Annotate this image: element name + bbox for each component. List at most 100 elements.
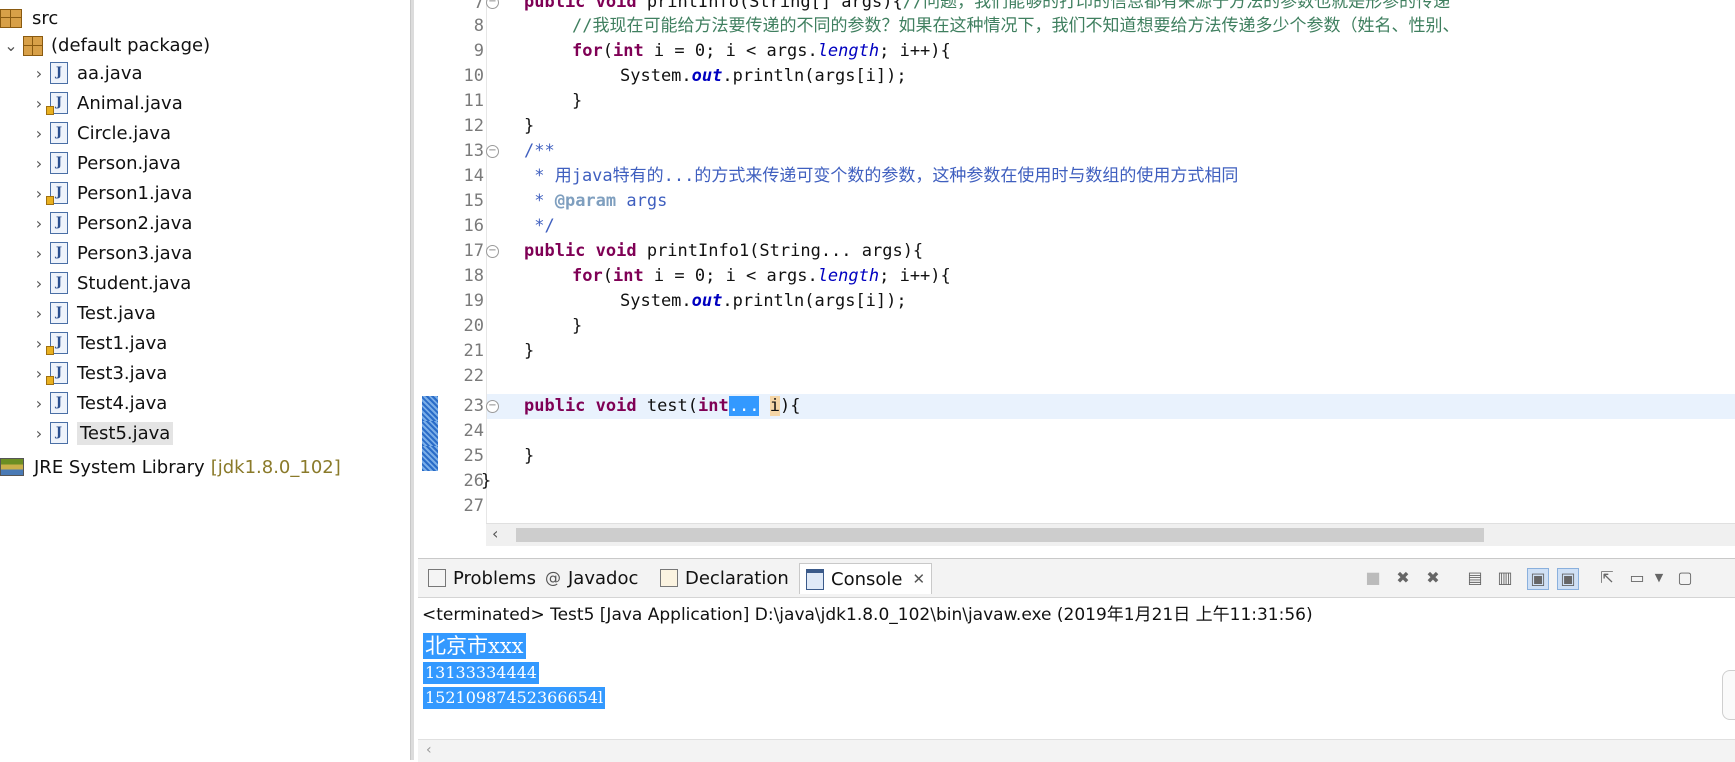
scroll-left-icon[interactable]: ‹ <box>426 742 432 758</box>
tab-label: Console <box>831 568 903 590</box>
file-label: Person3.java <box>77 242 193 264</box>
code-editor[interactable]: 7 8 9 10 11 12 13 14 15 16 17 18 19 20 2… <box>418 0 1735 546</box>
tab-declaration[interactable]: Declaration <box>654 563 795 593</box>
tree-item-file[interactable]: › J Test4.java <box>28 388 167 418</box>
keyword: int <box>612 266 644 286</box>
tree-item-file[interactable]: › J Person2.java <box>28 208 192 238</box>
occurrence-marker <box>422 421 438 446</box>
tab-javadoc[interactable]: @ Javadoc <box>539 563 644 593</box>
console-status-line: <terminated> Test5 [Java Application] D:… <box>422 605 1313 625</box>
fold-collapse-icon[interactable]: − <box>486 245 499 258</box>
console-icon <box>806 568 824 590</box>
side-panel-handle[interactable] <box>1722 670 1735 720</box>
chevron-right-icon[interactable]: › <box>28 274 50 293</box>
tab-console[interactable]: Console ✕ <box>799 563 933 594</box>
tree-item-file[interactable]: › J Animal.java <box>28 88 183 118</box>
file-label: Person2.java <box>77 212 193 234</box>
code-line-16: */ <box>524 216 555 236</box>
tree-item-file[interactable]: › J Student.java <box>28 268 191 298</box>
code-line-8: //我现在可能给方法要传递的不同的参数？如果在这种情况下，我们不知道想要给方法传… <box>572 14 1459 39</box>
show-on-stderr-icon[interactable]: ▣ <box>1557 568 1579 590</box>
remove-launch-icon[interactable]: ✖ <box>1393 568 1413 588</box>
display-console-icon[interactable]: ▭ <box>1627 568 1647 588</box>
tree-item-file[interactable]: › J Person.java <box>28 148 181 178</box>
file-label: Person.java <box>77 152 181 174</box>
occurrence-marker <box>422 396 438 421</box>
fold-collapse-icon[interactable]: − <box>486 145 499 158</box>
code-text: ){ <box>779 396 801 416</box>
src-label: src <box>32 7 59 29</box>
line-number: 11 <box>463 91 484 111</box>
fold-collapse-icon[interactable]: − <box>486 0 499 9</box>
code-text: i = 0; i < args. <box>643 266 818 286</box>
console-horizontal-scrollbar[interactable]: ‹ <box>418 739 1735 762</box>
code-line-17: public void printInfo1(String... args){ <box>524 239 923 264</box>
jre-label: JRE System Library <box>34 456 205 478</box>
code-line-7: public void printInfo(String[] args){//问… <box>524 0 1450 15</box>
chevron-down-icon[interactable]: ▼ <box>1649 568 1669 588</box>
editor-horizontal-scrollbar[interactable]: ‹ <box>486 523 1735 546</box>
code-line-26: } <box>481 471 492 491</box>
tree-item-file-selected[interactable]: › J Test5.java <box>28 418 174 448</box>
file-label: Test1.java <box>77 332 168 354</box>
show-on-stdout-icon[interactable]: ▣ <box>1527 568 1549 590</box>
chevron-right-icon[interactable]: › <box>28 244 50 263</box>
field: out <box>691 66 723 86</box>
tab-problems[interactable]: Problems <box>422 563 542 593</box>
line-number: 27 <box>463 496 484 516</box>
java-file-icon: J <box>50 152 68 174</box>
package-explorer: src ⌄ (default package) › J aa.java › J … <box>0 0 410 760</box>
terminate-icon[interactable]: ■ <box>1363 568 1383 588</box>
line-number: 21 <box>463 341 484 361</box>
tree-item-file[interactable]: › J Person1.java <box>28 178 192 208</box>
file-label: aa.java <box>77 62 143 84</box>
chevron-right-icon[interactable]: › <box>28 64 50 83</box>
java-file-warning-icon: J <box>46 362 68 385</box>
scroll-left-icon[interactable]: ‹ <box>492 524 498 543</box>
line-number: 16 <box>463 216 484 236</box>
javadoc-text: args <box>616 191 668 211</box>
console-output-line: 13133334444 <box>423 662 539 684</box>
pin-console-icon[interactable]: ⇱ <box>1597 568 1617 588</box>
chevron-right-icon[interactable]: › <box>28 124 50 143</box>
tree-item-default-package[interactable]: ⌄ (default package) <box>0 30 210 60</box>
chevron-down-icon[interactable]: ⌄ <box>0 36 22 55</box>
console-panel: Problems @ Javadoc Declaration Console ✕… <box>418 558 1735 762</box>
fold-collapse-icon[interactable]: − <box>486 400 499 413</box>
code-text: i = 0; i < args. <box>643 41 818 61</box>
file-label: Test5.java <box>77 421 174 445</box>
open-console-icon[interactable]: ▢ <box>1675 568 1695 588</box>
chevron-right-icon[interactable]: › <box>28 154 50 173</box>
tree-item-file[interactable]: › J aa.java <box>28 58 143 88</box>
tree-item-file[interactable]: › J Circle.java <box>28 118 171 148</box>
keyword: public void <box>524 0 647 12</box>
line-number: 9 <box>473 41 484 61</box>
keyword: int <box>698 396 729 416</box>
chevron-right-icon[interactable]: › <box>28 394 50 413</box>
scrollbar-thumb[interactable] <box>516 528 1484 542</box>
java-file-icon: J <box>50 122 68 144</box>
package-label: (default package) <box>51 34 211 56</box>
occurrence-highlight: i <box>769 396 780 416</box>
tree-item-file[interactable]: › J Test3.java <box>28 358 167 388</box>
keyword: for <box>572 41 603 61</box>
remove-all-launches-icon[interactable]: ✖ <box>1423 568 1443 588</box>
chevron-right-icon[interactable]: › <box>28 424 50 443</box>
tree-item-file[interactable]: › J Test1.java <box>28 328 167 358</box>
field: length <box>817 266 880 286</box>
chevron-right-icon[interactable]: › <box>28 214 50 233</box>
tree-item-file[interactable]: › J Test.java <box>28 298 156 328</box>
clear-console-icon[interactable]: ▤ <box>1465 568 1485 588</box>
chevron-right-icon[interactable]: › <box>28 304 50 323</box>
scroll-lock-icon[interactable]: ▥ <box>1495 568 1515 588</box>
tab-label: Declaration <box>685 567 789 589</box>
tree-item-jre-library[interactable]: JRE System Library [jdk1.8.0_102] <box>0 452 341 482</box>
code-line-9: for(int i = 0; i < args.length; i++){ <box>572 39 951 64</box>
view-splitter[interactable] <box>410 0 414 760</box>
tree-item-file[interactable]: › J Person3.java <box>28 238 192 268</box>
code-line-13: /** <box>524 141 555 161</box>
close-icon[interactable]: ✕ <box>912 570 925 588</box>
file-label: Animal.java <box>77 92 183 114</box>
line-number: 24 <box>463 421 484 441</box>
tree-item-src[interactable]: src <box>0 3 58 33</box>
